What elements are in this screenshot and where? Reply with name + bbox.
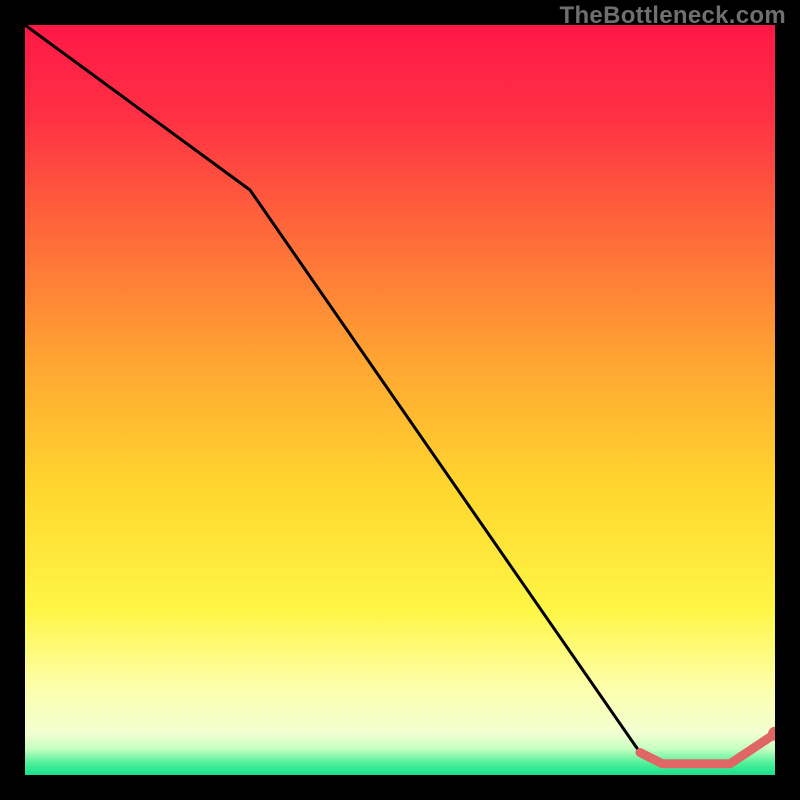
chart-frame: TheBottleneck.com [0, 0, 800, 800]
gradient-background [25, 25, 775, 775]
chart-svg [25, 25, 775, 775]
plot-area [25, 25, 775, 775]
